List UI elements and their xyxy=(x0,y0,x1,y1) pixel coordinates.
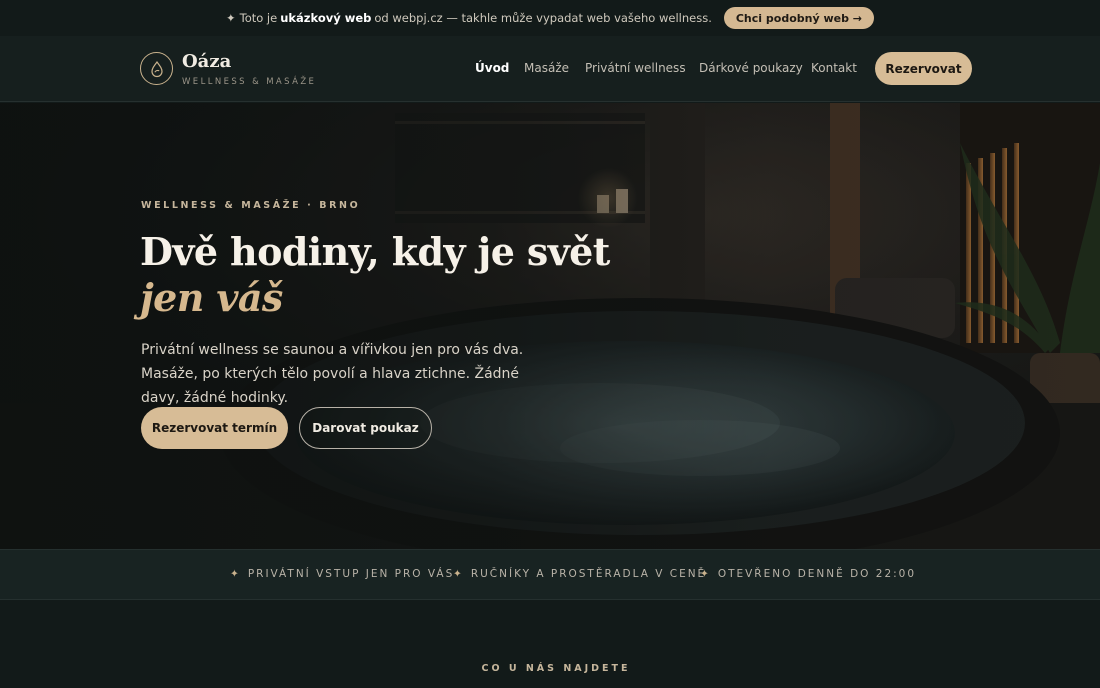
promo-bar: ✦ Toto je ukázkový web od webpj.cz — tak… xyxy=(0,0,1100,36)
feature-label: PRIVÁTNÍ VSTUP JEN PRO VÁS xyxy=(247,568,455,580)
hero-title-accent: jen váš xyxy=(140,275,283,320)
promo-text-before: Toto je xyxy=(239,11,278,25)
feature-label: OTEVŘENO DENNĚ DO 22:00 xyxy=(717,568,917,580)
drop-icon xyxy=(150,60,163,77)
nav-item-kontakt[interactable]: Kontakt xyxy=(811,61,857,75)
logo-mark[interactable] xyxy=(140,52,173,85)
site-header: Oáza WELLNESS & MASÁŽE Úvod Masáže Privá… xyxy=(0,36,1100,102)
hero-lead: Privátní wellness se saunou a vířivkou j… xyxy=(141,342,524,406)
sparkle-icon: ✦ xyxy=(230,568,241,580)
sparkle-icon: ✦ xyxy=(453,568,464,580)
hero-eyebrow: WELLNESS & MASÁŽE · BRNO xyxy=(141,200,361,211)
hero-title: Dvě hodiny, kdy je svět xyxy=(140,229,610,274)
hero-section: WELLNESS & MASÁŽE · BRNO Dvě hodiny, kdy… xyxy=(0,103,1100,549)
gift-voucher-button[interactable]: Darovat poukaz xyxy=(299,407,432,449)
hero-background-image xyxy=(0,103,1100,549)
book-appointment-button[interactable]: Rezervovat termín xyxy=(141,407,288,449)
reserve-button[interactable]: Rezervovat xyxy=(875,52,972,85)
feature-item: ✦ RUČNÍKY A PROSTĚRADLA V CENĚ xyxy=(453,568,706,580)
sparkle-icon: ✦ xyxy=(700,568,711,580)
nav-item-uvod[interactable]: Úvod xyxy=(475,61,509,75)
brand-name[interactable]: Oáza xyxy=(182,51,231,72)
promo-text-after: od webpj.cz — takhle může vypadat web va… xyxy=(374,11,712,25)
promo-text-bold: ukázkový web xyxy=(280,11,372,25)
promo-cta-button[interactable]: Chci podobný web → xyxy=(723,7,874,29)
sparkle-icon: ✦ xyxy=(225,11,236,25)
nav-item-masaze[interactable]: Masáže xyxy=(524,61,569,75)
features-strip: ✦ PRIVÁTNÍ VSTUP JEN PRO VÁS ✦ RUČNÍKY A P… xyxy=(0,549,1100,600)
feature-item: ✦ OTEVŘENO DENNĚ DO 22:00 xyxy=(700,568,916,580)
nav-item-darkove-poukazy[interactable]: Dárkové poukazy xyxy=(699,61,803,75)
feature-item: ✦ PRIVÁTNÍ VSTUP JEN PRO VÁS xyxy=(230,568,454,580)
services-section-eyebrow: CO U NÁS NAJDETE xyxy=(481,663,631,674)
brand-tagline: WELLNESS & MASÁŽE xyxy=(182,77,317,87)
nav-item-privatni-wellness[interactable]: Privátní wellness xyxy=(585,61,686,75)
feature-label: RUČNÍKY A PROSTĚRADLA V CENĚ xyxy=(470,568,707,580)
